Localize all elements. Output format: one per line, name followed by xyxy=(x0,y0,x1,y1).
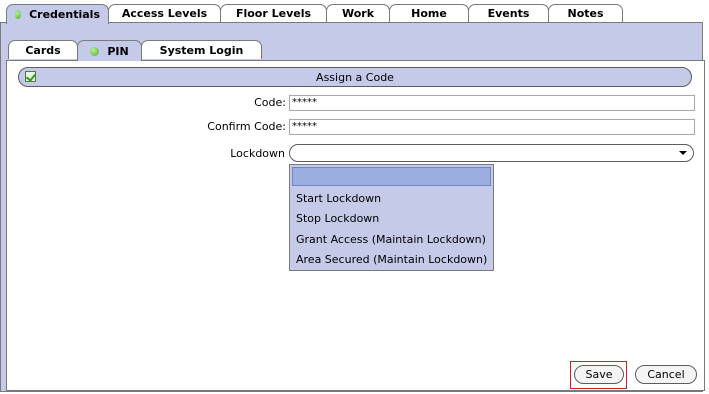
tab-events[interactable]: Events xyxy=(468,4,549,22)
code-label: Code: xyxy=(254,96,286,109)
tab-cards-label: Cards xyxy=(25,43,61,57)
tab-pin-label: PIN xyxy=(107,44,129,58)
status-dot-icon xyxy=(90,46,100,56)
save-button[interactable]: Save xyxy=(574,365,624,384)
sub-tab-bar: Cards PIN System Login xyxy=(8,40,262,61)
section-title: Assign a Code xyxy=(316,70,394,84)
lockdown-select[interactable] xyxy=(289,144,694,162)
tab-notes-label: Notes xyxy=(567,7,604,20)
tab-work[interactable]: Work xyxy=(326,4,390,22)
lockdown-label: Lockdown xyxy=(230,147,285,160)
tab-floor-levels[interactable]: Floor Levels xyxy=(220,4,327,22)
tab-pin[interactable]: PIN xyxy=(77,40,142,61)
tab-credentials[interactable]: Credentials xyxy=(6,4,109,24)
lockdown-dropdown-list: Start Lockdown Stop Lockdown Grant Acces… xyxy=(289,164,494,271)
lockdown-option-blank[interactable] xyxy=(292,167,491,186)
tab-system-login[interactable]: System Login xyxy=(141,40,262,59)
tab-home-label: Home xyxy=(411,7,447,20)
tab-notes[interactable]: Notes xyxy=(548,4,623,22)
cancel-button[interactable]: Cancel xyxy=(635,365,697,384)
chevron-down-icon[interactable] xyxy=(679,151,687,155)
tab-credentials-label: Credentials xyxy=(29,8,100,21)
tab-home[interactable]: Home xyxy=(389,4,469,22)
code-input[interactable]: ***** xyxy=(289,95,695,111)
checkbox-checked-icon[interactable] xyxy=(25,71,36,82)
tab-events-label: Events xyxy=(487,7,530,20)
lockdown-option-stop[interactable]: Stop Lockdown xyxy=(296,212,379,225)
top-tab-bar: Credentials Access Levels Floor Levels W… xyxy=(6,4,623,24)
tab-access-levels-label: Access Levels xyxy=(121,7,208,20)
tab-floor-levels-label: Floor Levels xyxy=(235,7,312,20)
tab-work-label: Work xyxy=(341,7,375,20)
assign-code-section-header[interactable]: Assign a Code xyxy=(18,67,692,87)
lockdown-option-grant-access[interactable]: Grant Access (Maintain Lockdown) xyxy=(296,233,486,246)
confirm-code-label: Confirm Code: xyxy=(207,120,286,133)
status-dot-icon xyxy=(15,10,22,19)
lockdown-option-start[interactable]: Start Lockdown xyxy=(296,192,381,205)
lockdown-option-area-secured[interactable]: Area Secured (Maintain Lockdown) xyxy=(296,253,487,266)
tab-system-login-label: System Login xyxy=(159,43,244,57)
tab-access-levels[interactable]: Access Levels xyxy=(108,4,221,22)
confirm-code-input[interactable]: ***** xyxy=(289,119,695,135)
tab-cards[interactable]: Cards xyxy=(8,40,78,59)
